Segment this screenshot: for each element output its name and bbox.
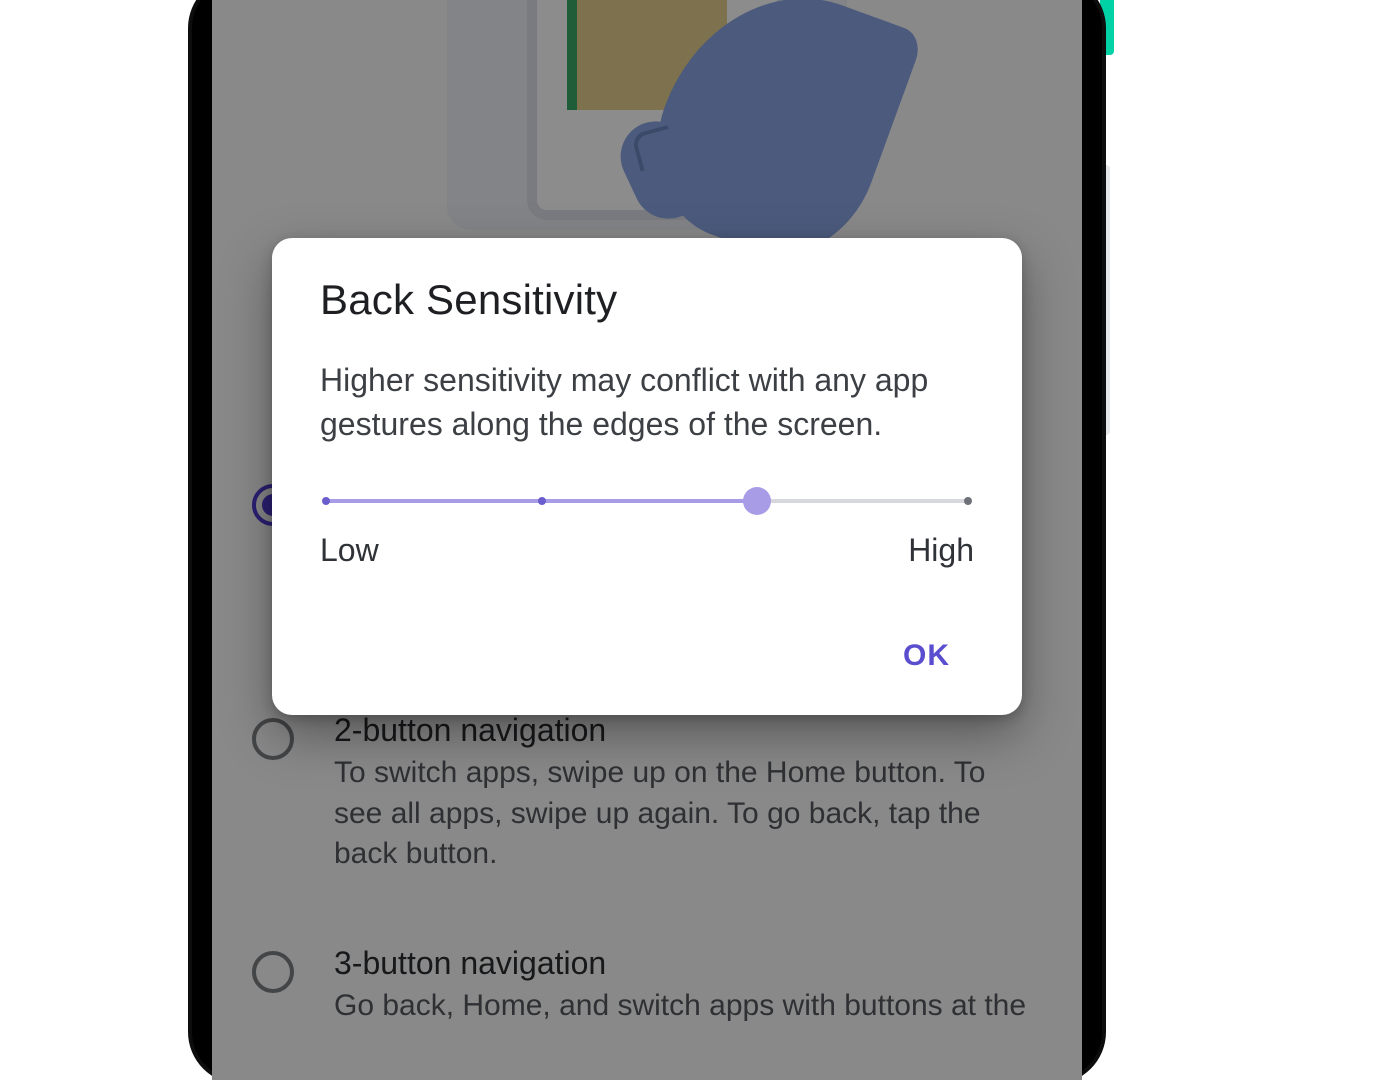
power-button-icon: [1100, 0, 1114, 55]
back-sensitivity-dialog: Back Sensitivity Higher sensitivity may …: [272, 238, 1022, 715]
slider-thumb-icon[interactable]: [743, 487, 771, 515]
dialog-actions: OK: [320, 621, 974, 689]
stage: Gesture navigation 2-button navigation T…: [0, 0, 1400, 1000]
slider-rail: [326, 499, 968, 503]
sensitivity-slider[interactable]: [320, 488, 974, 514]
dialog-description: Higher sensitivity may conflict with any…: [320, 358, 974, 446]
dialog-title: Back Sensitivity: [320, 276, 974, 324]
slider-tick-icon: [322, 497, 330, 505]
ok-button[interactable]: OK: [885, 629, 968, 683]
phone-frame: Gesture navigation 2-button navigation T…: [192, 0, 1102, 1080]
phone-screen: Gesture navigation 2-button navigation T…: [212, 0, 1082, 1080]
slider-min-label: Low: [320, 532, 379, 569]
slider-tick-icon: [538, 497, 546, 505]
slider-max-label: High: [908, 532, 974, 569]
slider-tick-icon: [964, 497, 972, 505]
